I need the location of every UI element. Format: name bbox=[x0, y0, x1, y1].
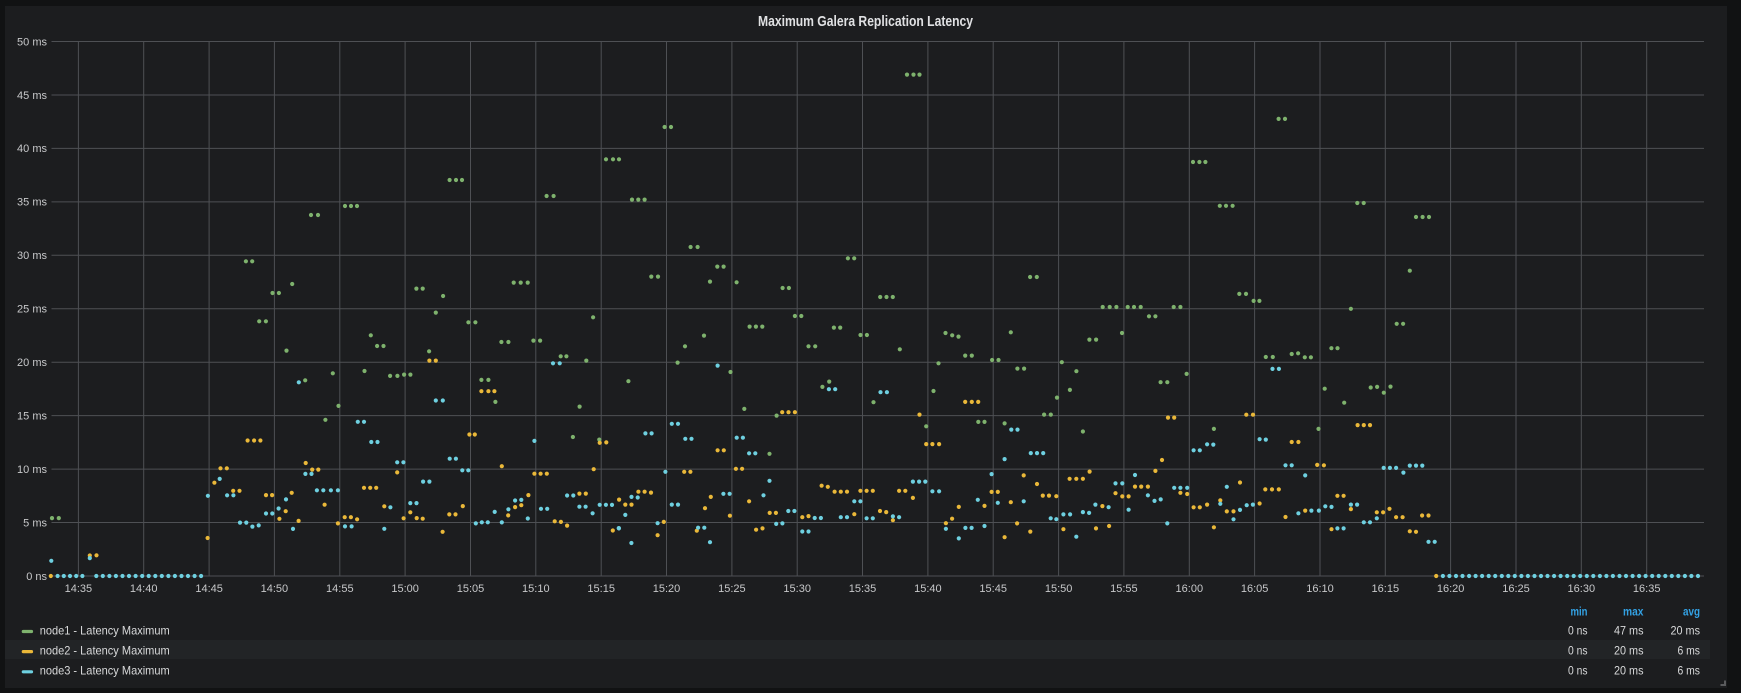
svg-text:15:25: 15:25 bbox=[718, 583, 746, 595]
svg-text:14:50: 14:50 bbox=[261, 583, 289, 595]
svg-text:min: min bbox=[1571, 605, 1588, 619]
svg-text:40 ms: 40 ms bbox=[17, 143, 47, 155]
svg-text:16:15: 16:15 bbox=[1372, 583, 1400, 595]
svg-text:Maximum Galera Replication Lat: Maximum Galera Replication Latency bbox=[758, 13, 974, 30]
svg-text:20 ms: 20 ms bbox=[17, 357, 47, 369]
svg-text:14:45: 14:45 bbox=[195, 583, 223, 595]
svg-text:14:55: 14:55 bbox=[326, 583, 354, 595]
svg-text:0 ns: 0 ns bbox=[1568, 643, 1588, 657]
svg-text:max: max bbox=[1623, 605, 1644, 619]
svg-text:25 ms: 25 ms bbox=[17, 304, 47, 316]
svg-text:16:20: 16:20 bbox=[1437, 583, 1465, 595]
svg-text:20 ms: 20 ms bbox=[1614, 643, 1644, 657]
svg-text:15:10: 15:10 bbox=[522, 583, 550, 595]
svg-text:15:45: 15:45 bbox=[979, 583, 1007, 595]
svg-text:16:00: 16:00 bbox=[1176, 583, 1204, 595]
svg-text:45 ms: 45 ms bbox=[17, 90, 47, 102]
svg-text:0 ns: 0 ns bbox=[26, 571, 47, 583]
svg-text:10 ms: 10 ms bbox=[17, 464, 47, 476]
svg-text:15 ms: 15 ms bbox=[17, 410, 47, 422]
svg-text:0 ns: 0 ns bbox=[1568, 664, 1588, 678]
svg-text:30 ms: 30 ms bbox=[17, 250, 47, 262]
svg-text:16:30: 16:30 bbox=[1568, 583, 1596, 595]
svg-text:6 ms: 6 ms bbox=[1678, 643, 1701, 657]
svg-text:50 ms: 50 ms bbox=[17, 36, 47, 48]
svg-text:node1 - Latency Maximum: node1 - Latency Maximum bbox=[40, 623, 170, 637]
svg-text:47 ms: 47 ms bbox=[1614, 623, 1644, 637]
svg-text:16:35: 16:35 bbox=[1633, 583, 1661, 595]
svg-text:15:15: 15:15 bbox=[587, 583, 615, 595]
svg-text:node2 - Latency Maximum: node2 - Latency Maximum bbox=[40, 643, 170, 657]
svg-text:6 ms: 6 ms bbox=[1678, 664, 1701, 678]
svg-text:20 ms: 20 ms bbox=[1614, 664, 1644, 678]
svg-text:15:55: 15:55 bbox=[1110, 583, 1138, 595]
svg-text:0 ns: 0 ns bbox=[1568, 623, 1588, 637]
svg-text:35 ms: 35 ms bbox=[17, 197, 47, 209]
svg-text:avg: avg bbox=[1683, 605, 1700, 619]
svg-text:20 ms: 20 ms bbox=[1671, 623, 1701, 637]
svg-text:16:10: 16:10 bbox=[1306, 583, 1334, 595]
svg-text:14:40: 14:40 bbox=[130, 583, 158, 595]
svg-text:16:25: 16:25 bbox=[1502, 583, 1530, 595]
svg-text:15:05: 15:05 bbox=[457, 583, 485, 595]
svg-text:15:30: 15:30 bbox=[783, 583, 811, 595]
svg-text:node3 - Latency Maximum: node3 - Latency Maximum bbox=[40, 664, 170, 678]
svg-text:15:50: 15:50 bbox=[1045, 583, 1073, 595]
svg-text:5 ms: 5 ms bbox=[23, 517, 47, 529]
svg-text:15:35: 15:35 bbox=[849, 583, 877, 595]
svg-text:15:00: 15:00 bbox=[391, 583, 419, 595]
svg-text:16:05: 16:05 bbox=[1241, 583, 1269, 595]
svg-text:14:35: 14:35 bbox=[65, 583, 93, 595]
svg-text:15:40: 15:40 bbox=[914, 583, 942, 595]
svg-text:15:20: 15:20 bbox=[653, 583, 681, 595]
